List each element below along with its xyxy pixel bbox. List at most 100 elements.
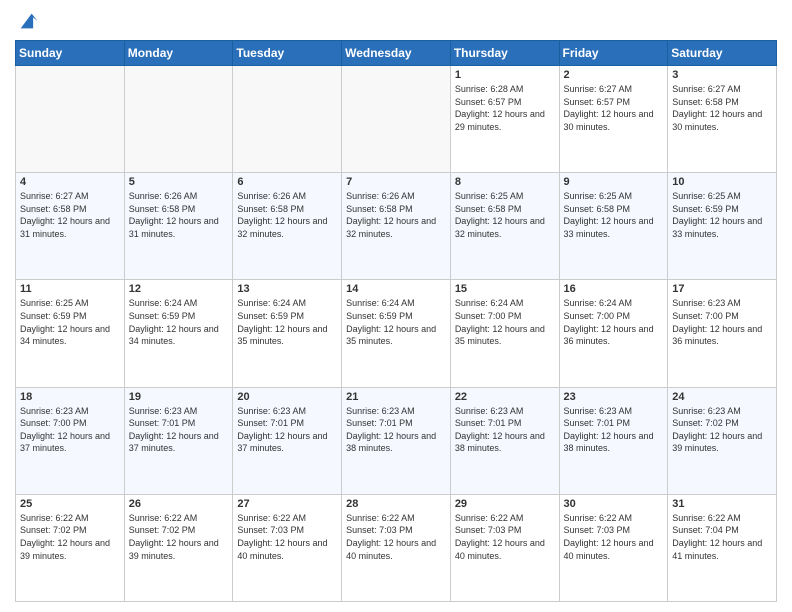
calendar-cell: 27Sunrise: 6:22 AM Sunset: 7:03 PM Dayli… [233,494,342,601]
calendar-header-row: SundayMondayTuesdayWednesdayThursdayFrid… [16,41,777,66]
day-number: 14 [346,283,446,295]
day-info: Sunrise: 6:24 AM Sunset: 6:59 PM Dayligh… [129,297,229,347]
day-info: Sunrise: 6:25 AM Sunset: 6:59 PM Dayligh… [672,190,772,240]
day-info: Sunrise: 6:22 AM Sunset: 7:03 PM Dayligh… [346,512,446,562]
calendar-cell: 13 Sunrise: 6:24 AM Sunset: 6:59 PM Dayli… [233,280,342,387]
logo-text [15,10,39,32]
calendar: SundayMondayTuesdayWednesdayThursdayFrid… [15,40,777,602]
day-info: Sunrise: 6:23 AM Sunset: 7:00 PM Dayligh… [672,297,772,347]
day-number: 20 [237,391,337,403]
calendar-cell: 2 Sunrise: 6:27 AM Sunset: 6:57 PM Daylig… [559,66,668,173]
calendar-cell: 29Sunrise: 6:22 AM Sunset: 7:03 PM Dayli… [450,494,559,601]
calendar-cell: 1 Sunrise: 6:28 AM Sunset: 6:57 PM Daylig… [450,66,559,173]
calendar-header-tuesday: Tuesday [233,41,342,66]
day-number: 2 [564,69,664,81]
calendar-cell: 21 Sunrise: 6:23 AM Sunset: 7:01 PM Dayli… [342,387,451,494]
day-number: 12 [129,283,229,295]
day-number: 27 [237,498,337,510]
calendar-cell: 22 Sunrise: 6:23 AM Sunset: 7:01 PM Dayli… [450,387,559,494]
day-info: Sunrise: 6:22 AM Sunset: 7:03 PM Dayligh… [564,512,664,562]
calendar-cell: 5 Sunrise: 6:26 AM Sunset: 6:58 PM Daylig… [124,173,233,280]
day-number: 7 [346,176,446,188]
day-info: Sunrise: 6:23 AM Sunset: 7:01 PM Dayligh… [129,405,229,455]
calendar-cell: 7Sunrise: 6:26 AM Sunset: 6:58 PM Daylig… [342,173,451,280]
calendar-cell: 25 Sunrise: 6:22 AM Sunset: 7:02 PM Dayli… [16,494,125,601]
day-number: 5 [129,176,229,188]
day-info: Sunrise: 6:24 AM Sunset: 6:59 PM Dayligh… [346,297,446,347]
calendar-week-row: 18Sunrise: 6:23 AM Sunset: 7:00 PM Dayli… [16,387,777,494]
calendar-cell: 3 Sunrise: 6:27 AM Sunset: 6:58 PM Daylig… [668,66,777,173]
day-info: Sunrise: 6:26 AM Sunset: 6:58 PM Dayligh… [129,190,229,240]
day-info: Sunrise: 6:28 AM Sunset: 6:57 PM Dayligh… [455,83,555,133]
day-number: 1 [455,69,555,81]
day-info: Sunrise: 6:25 AM Sunset: 6:58 PM Dayligh… [564,190,664,240]
day-number: 26 [129,498,229,510]
day-info: Sunrise: 6:23 AM Sunset: 7:01 PM Dayligh… [346,405,446,455]
calendar-cell: 28 Sunrise: 6:22 AM Sunset: 7:03 PM Dayli… [342,494,451,601]
calendar-cell: 24 Sunrise: 6:23 AM Sunset: 7:02 PM Dayli… [668,387,777,494]
day-number: 13 [237,283,337,295]
calendar-cell: 30 Sunrise: 6:22 AM Sunset: 7:03 PM Dayli… [559,494,668,601]
calendar-header-friday: Friday [559,41,668,66]
calendar-cell: 15 Sunrise: 6:24 AM Sunset: 7:00 PM Dayli… [450,280,559,387]
day-number: 6 [237,176,337,188]
calendar-cell: 19Sunrise: 6:23 AM Sunset: 7:01 PM Dayli… [124,387,233,494]
calendar-cell [342,66,451,173]
day-number: 15 [455,283,555,295]
page: SundayMondayTuesdayWednesdayThursdayFrid… [0,0,792,612]
day-number: 8 [455,176,555,188]
day-number: 23 [564,391,664,403]
calendar-cell: 6 Sunrise: 6:26 AM Sunset: 6:58 PM Daylig… [233,173,342,280]
calendar-cell: 11Sunrise: 6:25 AM Sunset: 6:59 PM Dayli… [16,280,125,387]
day-number: 21 [346,391,446,403]
calendar-cell: 10 Sunrise: 6:25 AM Sunset: 6:59 PM Dayli… [668,173,777,280]
day-number: 22 [455,391,555,403]
calendar-cell: 9 Sunrise: 6:25 AM Sunset: 6:58 PM Daylig… [559,173,668,280]
day-info: Sunrise: 6:27 AM Sunset: 6:58 PM Dayligh… [20,190,120,240]
day-info: Sunrise: 6:25 AM Sunset: 6:59 PM Dayligh… [20,297,120,347]
day-number: 24 [672,391,772,403]
day-info: Sunrise: 6:24 AM Sunset: 7:00 PM Dayligh… [455,297,555,347]
header [15,10,777,32]
day-number: 4 [20,176,120,188]
calendar-cell: 17 Sunrise: 6:23 AM Sunset: 7:00 PM Dayli… [668,280,777,387]
day-number: 30 [564,498,664,510]
day-info: Sunrise: 6:24 AM Sunset: 6:59 PM Dayligh… [237,297,337,347]
day-number: 31 [672,498,772,510]
day-info: Sunrise: 6:27 AM Sunset: 6:58 PM Dayligh… [672,83,772,133]
calendar-header-wednesday: Wednesday [342,41,451,66]
day-info: Sunrise: 6:26 AM Sunset: 6:58 PM Dayligh… [237,190,337,240]
day-number: 9 [564,176,664,188]
calendar-cell: 12 Sunrise: 6:24 AM Sunset: 6:59 PM Dayli… [124,280,233,387]
calendar-cell: 4 Sunrise: 6:27 AM Sunset: 6:58 PM Daylig… [16,173,125,280]
calendar-week-row: 11Sunrise: 6:25 AM Sunset: 6:59 PM Dayli… [16,280,777,387]
calendar-header-sunday: Sunday [16,41,125,66]
day-info: Sunrise: 6:27 AM Sunset: 6:57 PM Dayligh… [564,83,664,133]
calendar-cell: 18Sunrise: 6:23 AM Sunset: 7:00 PM Dayli… [16,387,125,494]
day-number: 25 [20,498,120,510]
calendar-cell: 20Sunrise: 6:23 AM Sunset: 7:01 PM Dayli… [233,387,342,494]
logo [15,10,39,32]
day-info: Sunrise: 6:22 AM Sunset: 7:02 PM Dayligh… [20,512,120,562]
day-number: 3 [672,69,772,81]
day-number: 28 [346,498,446,510]
calendar-cell [233,66,342,173]
day-info: Sunrise: 6:23 AM Sunset: 7:02 PM Dayligh… [672,405,772,455]
day-number: 17 [672,283,772,295]
day-info: Sunrise: 6:22 AM Sunset: 7:04 PM Dayligh… [672,512,772,562]
day-info: Sunrise: 6:25 AM Sunset: 6:58 PM Dayligh… [455,190,555,240]
calendar-cell: 8 Sunrise: 6:25 AM Sunset: 6:58 PM Daylig… [450,173,559,280]
day-info: Sunrise: 6:24 AM Sunset: 7:00 PM Dayligh… [564,297,664,347]
calendar-header-monday: Monday [124,41,233,66]
calendar-cell: 23Sunrise: 6:23 AM Sunset: 7:01 PM Dayli… [559,387,668,494]
calendar-week-row: 4 Sunrise: 6:27 AM Sunset: 6:58 PM Daylig… [16,173,777,280]
calendar-cell: 31 Sunrise: 6:22 AM Sunset: 7:04 PM Dayli… [668,494,777,601]
day-number: 10 [672,176,772,188]
day-info: Sunrise: 6:23 AM Sunset: 7:01 PM Dayligh… [455,405,555,455]
calendar-cell [124,66,233,173]
calendar-header-thursday: Thursday [450,41,559,66]
day-number: 29 [455,498,555,510]
logo-icon [17,10,39,32]
day-number: 18 [20,391,120,403]
calendar-cell [16,66,125,173]
